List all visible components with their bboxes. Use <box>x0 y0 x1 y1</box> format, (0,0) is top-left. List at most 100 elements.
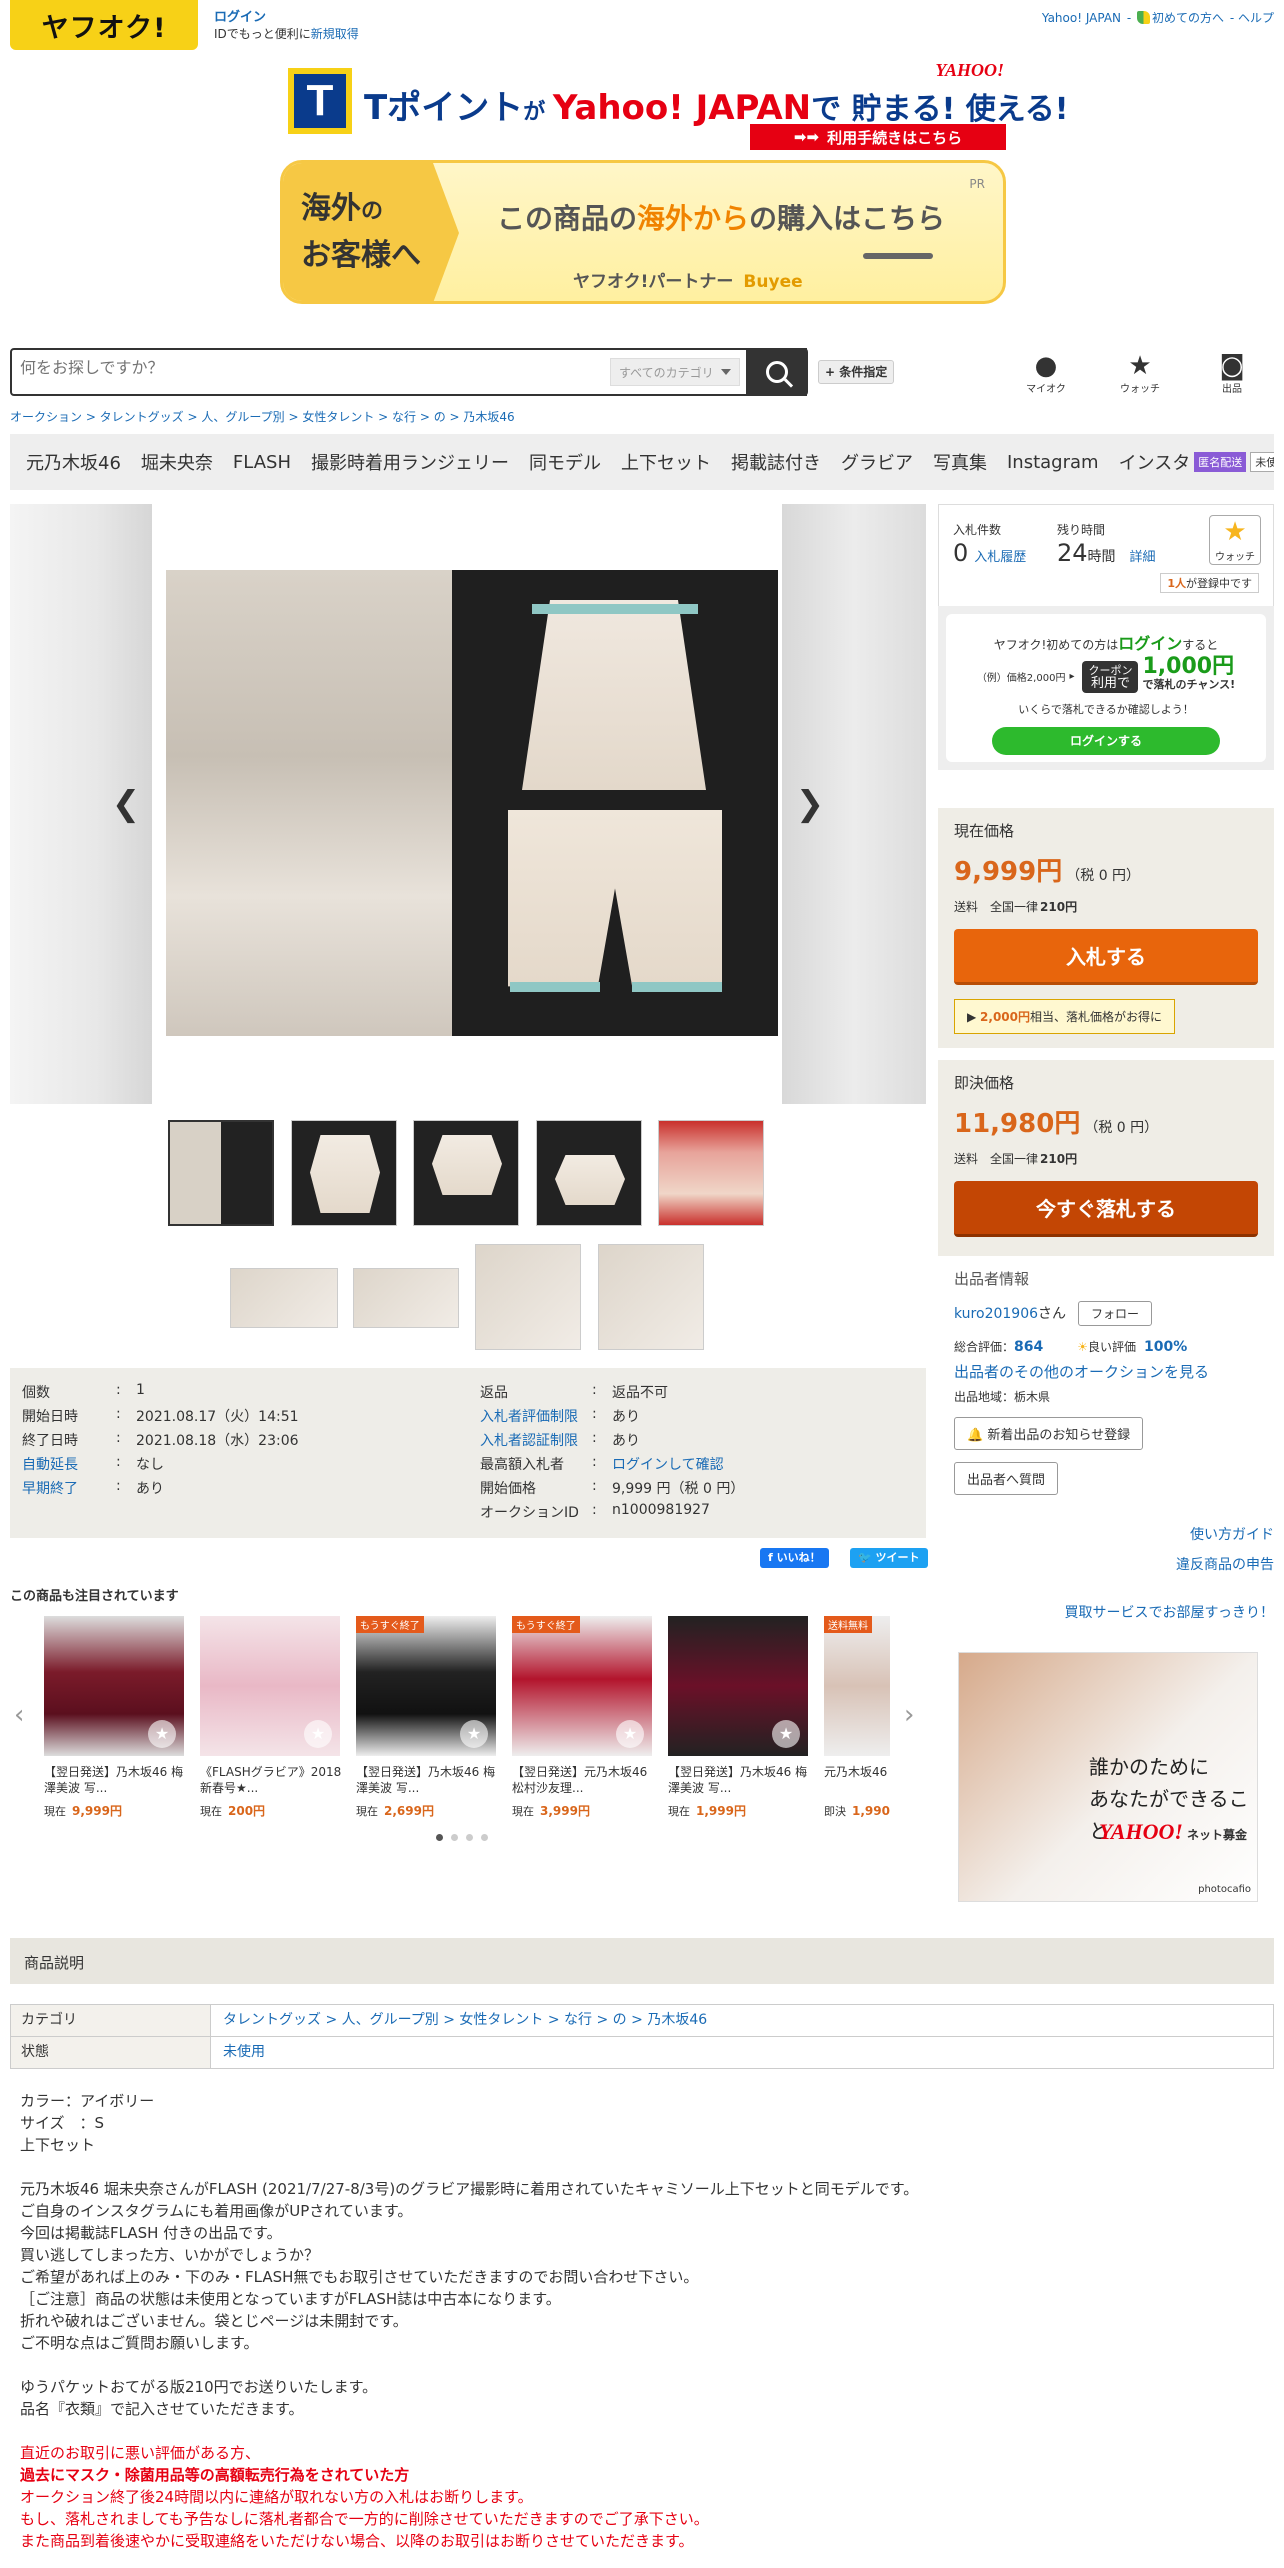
tag-item[interactable]: 上下セット <box>621 449 711 475</box>
guide-link[interactable]: 使い方ガイド <box>1190 1527 1274 1543</box>
beginner-link[interactable]: 初めての方へ <box>1152 11 1224 25</box>
buyback-service-link[interactable]: 買取サービスでお部屋すっきり！ <box>1065 1605 1274 1621</box>
gallery-next-arrow[interactable]: ❯ <box>792 782 828 826</box>
watch-star-icon[interactable]: ★ <box>616 1720 644 1748</box>
info-value: 返品不可 <box>612 1385 668 1401</box>
recommendation-card[interactable]: ★ 【翌日発送】乃木坂46 梅澤美波 写... 現在 1,999円 <box>668 1616 818 1819</box>
watch-star-icon[interactable]: ★ <box>460 1720 488 1748</box>
tag-item[interactable]: FLASH <box>233 452 291 473</box>
bell-icon: 🔔 <box>967 1428 984 1443</box>
top-links: Yahoo! JAPAN - 初めての方へ - ヘルプ <box>1042 9 1274 26</box>
description-line: ご不明な点はご質問お願いします。 <box>20 2334 259 2352</box>
login-to-check-link[interactable]: ログインして確認 <box>612 1454 724 1478</box>
seller-other-auctions-link[interactable]: 出品者のその他のオークションを見る <box>954 1363 1209 1381</box>
tweet-button[interactable]: 🐦 ツイート <box>850 1548 928 1568</box>
early-end-link[interactable]: 早期終了 <box>22 1478 116 1502</box>
thumbnail[interactable] <box>658 1120 764 1226</box>
tag-item[interactable]: 掲載誌付き <box>731 449 821 475</box>
conditions-button[interactable]: + 条件指定 <box>818 360 895 384</box>
thumbnail[interactable] <box>168 1120 274 1226</box>
tag-item[interactable]: 撮影時着用ランジェリー <box>311 449 509 475</box>
condition-link[interactable]: 未使用 <box>211 2037 265 2068</box>
tag-item[interactable]: 同モデル <box>529 449 601 475</box>
buyee-banner[interactable]: 海外の お客様へ この商品の海外からの購入はこちら ヤフオク!パートナー Buyee… <box>280 160 1006 304</box>
watch-button[interactable]: ★ ウォッチ <box>1209 515 1261 565</box>
thumbnail[interactable] <box>475 1244 581 1350</box>
recommendation-card[interactable]: もうすぐ終了 ★ 【翌日発送】乃木坂46 梅澤美波 写... 現在 2,699円 <box>356 1616 506 1819</box>
tag-item[interactable]: 堀未央奈 <box>141 449 213 475</box>
thumbnail[interactable] <box>536 1120 642 1226</box>
promo-check-text: いくらで落札できるか確認しよう！ <box>1018 703 1194 716</box>
recommendation-card[interactable]: ★ 【翌日発送】乃木坂46 梅澤美波 写... 現在 9,999円 <box>44 1616 194 1819</box>
register-link[interactable]: 新規取得 <box>311 27 359 41</box>
buyee-main-text: この商品の海外からの購入はこちら <box>497 202 946 235</box>
tpoint-signup-button[interactable]: ➡➡ 利用手続きはこちら <box>750 124 1006 150</box>
description-line: サイズ ：S <box>20 2114 105 2132</box>
category-path-link[interactable]: タレントグッズ > 人、グループ別 > 女性タレント > な行 > の > 乃木… <box>211 2005 707 2036</box>
carousel-prev-icon[interactable]: ‹ <box>14 1700 24 1730</box>
tag-item[interactable]: 元乃木坂46 <box>26 449 121 475</box>
ending-soon-badge: もうすぐ終了 <box>512 1616 580 1633</box>
myauction-button[interactable]: ● マイオク <box>1016 352 1076 395</box>
yahoo-japan-link[interactable]: Yahoo! JAPAN <box>1042 11 1121 25</box>
promo-login-link[interactable]: ログイン <box>1118 634 1182 653</box>
watch-star-icon[interactable]: ★ <box>772 1720 800 1748</box>
watch-star-icon[interactable]: ★ <box>148 1720 176 1748</box>
card-title: 元乃木坂46 ジェリーグ... <box>824 1765 890 1779</box>
tag-item[interactable]: Instagram <box>1007 452 1099 473</box>
bidder-rating-limit-link[interactable]: 入札者評価制限 <box>480 1406 592 1430</box>
new-listing-notify-button[interactable]: 🔔 新着出品のお知らせ登録 <box>954 1417 1144 1450</box>
tag-item[interactable]: 写真集 <box>933 449 987 475</box>
thumbnail[interactable] <box>353 1268 459 1328</box>
breadcrumb[interactable]: オークション > タレントグッズ > 人、グループ別 > 女性タレント > な行… <box>10 408 515 425</box>
search-bar: すべてのカテゴリ <box>10 348 807 396</box>
auto-extend-link[interactable]: 自動延長 <box>22 1454 116 1478</box>
thumbnail[interactable] <box>291 1120 397 1226</box>
watch-star-icon[interactable]: ★ <box>304 1720 332 1748</box>
facebook-like-button[interactable]: f いいね！ <box>760 1548 829 1568</box>
thumbnail[interactable] <box>230 1268 338 1328</box>
follow-button[interactable]: フォロー <box>1078 1301 1153 1326</box>
recommendation-card[interactable]: もうすぐ終了 ★ 【翌日発送】元乃木坂46 松村沙友理... 現在 3,999円 <box>512 1616 662 1819</box>
buy-now-button[interactable]: 今すぐ落札する <box>954 1181 1258 1237</box>
time-detail-link[interactable]: 詳細 <box>1130 550 1156 565</box>
tag-item[interactable]: インスタ <box>1119 449 1191 475</box>
carousel-next-icon[interactable]: › <box>904 1700 914 1730</box>
info-key: オークションID <box>480 1505 579 1521</box>
anonymous-shipping-badge: 匿名配送 <box>1194 452 1247 472</box>
search-button[interactable] <box>746 348 808 396</box>
charity-ad[interactable]: 誰かのために あなたができること YAHOO! ネット募金 photocafio <box>958 1652 1258 1902</box>
help-link[interactable]: ヘルプ <box>1238 11 1274 25</box>
coupon-hint-button[interactable]: ▶ 2,000円相当、落札価格がお得に <box>954 999 1176 1034</box>
carousel-dots[interactable] <box>436 1834 488 1841</box>
yahuoku-logo[interactable]: ヤフオク! <box>10 0 198 50</box>
promo-login-button[interactable]: ログインする <box>992 727 1220 755</box>
gallery-prev-arrow[interactable]: ❮ <box>108 782 144 826</box>
recommendation-card[interactable]: ★ 《FLASHグラビア》2018 新春号★... 現在 200円 <box>200 1616 350 1819</box>
report-violation-link[interactable]: 違反商品の申告 <box>1176 1557 1274 1573</box>
login-promo-box: ヤフオク!初めての方はログインすると （例）価格2,000円 ▸ クーポン 利用で… <box>938 606 1274 770</box>
description-table: カテゴリ タレントグッズ > 人、グループ別 > 女性タレント > な行 > の … <box>10 2004 1274 2069</box>
thumbnail[interactable] <box>413 1120 519 1226</box>
sell-button[interactable]: ◙ 出品 <box>1202 352 1262 395</box>
category-select[interactable]: すべてのカテゴリ <box>610 358 740 386</box>
thumbnail[interactable] <box>598 1244 704 1350</box>
watch-list-button[interactable]: ★ ウォッチ <box>1110 352 1170 395</box>
bidder-auth-limit-link[interactable]: 入札者認証制限 <box>480 1430 592 1454</box>
magazine-photo <box>166 570 452 1036</box>
card-price: 1,990円 <box>852 1804 890 1818</box>
recommendation-card[interactable]: 送料無料元乃木坂46 ジェリーグ...即決1,990円 <box>824 1616 890 1819</box>
login-link[interactable]: ログイン <box>214 10 266 25</box>
main-product-image[interactable] <box>166 570 778 1036</box>
seller-name-link[interactable]: kuro201906 <box>954 1306 1038 1322</box>
tag-item[interactable]: グラビア <box>841 449 913 475</box>
card-title: 【翌日発送】乃木坂46 梅澤美波 写... <box>356 1765 496 1795</box>
search-input[interactable] <box>20 360 580 378</box>
bid-history-link[interactable]: 入札履歴 <box>974 550 1026 565</box>
card-title: 《FLASHグラビア》2018 新春号★... <box>200 1765 342 1795</box>
ask-seller-button[interactable]: 出品者へ質問 <box>954 1462 1059 1495</box>
tpoint-banner[interactable]: T Tポイントが Yahoo! JAPANで 貯まる! 使える! YAHOO! … <box>288 60 1068 152</box>
bid-button[interactable]: 入札する <box>954 929 1258 985</box>
seller-rating-link[interactable]: 864 <box>1014 1339 1043 1355</box>
description-line: ［ご注意］商品の状態は未使用となっていますがFLASH誌は中古本になります。 <box>20 2290 561 2308</box>
